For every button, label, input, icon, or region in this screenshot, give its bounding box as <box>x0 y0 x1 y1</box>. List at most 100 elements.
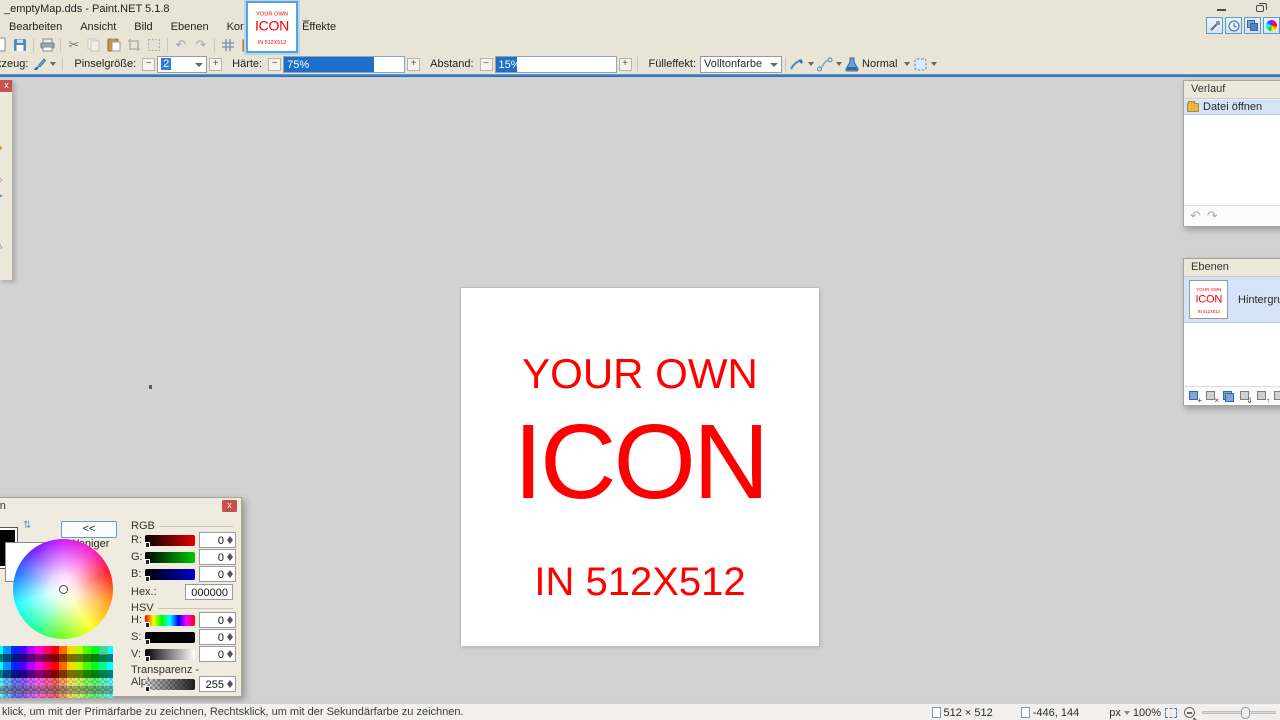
red-channel-spinner[interactable]: 0 <box>199 532 236 548</box>
hex-input[interactable]: 000000 <box>185 584 233 600</box>
merge-layer-down-button[interactable]: ⇓ <box>1239 390 1252 403</box>
move-layer-down-button[interactable]: ↓ <box>1273 390 1280 403</box>
arrow-tool-icon[interactable]: ► <box>0 188 12 204</box>
palette-swatch[interactable] <box>91 662 99 670</box>
palette-swatch[interactable] <box>99 670 107 678</box>
palette-swatch[interactable] <box>107 670 113 678</box>
hardness-decrease-button[interactable]: − <box>268 58 281 71</box>
palette-swatch[interactable] <box>67 654 75 662</box>
palette-swatch[interactable] <box>99 662 107 670</box>
tools-panel-close-button[interactable]: x <box>0 80 13 92</box>
spacing-slider[interactable]: 15% <box>495 56 617 73</box>
blend-mode-dropdown-chevron[interactable] <box>904 62 910 66</box>
paste-button[interactable] <box>106 37 122 53</box>
palette-swatch[interactable] <box>19 678 27 686</box>
palette-swatch[interactable] <box>35 646 43 654</box>
palette-swatch[interactable] <box>67 694 75 698</box>
palette-swatch[interactable] <box>19 694 27 698</box>
palette-swatch[interactable] <box>59 662 67 670</box>
palette-swatch[interactable] <box>107 686 113 694</box>
palette-swatch[interactable] <box>3 686 11 694</box>
palette-swatch[interactable] <box>83 694 91 698</box>
brush-size-increase-button[interactable]: + <box>209 58 222 71</box>
palette-swatch[interactable] <box>59 654 67 662</box>
palette-swatch[interactable] <box>35 654 43 662</box>
copy-button[interactable] <box>86 37 102 53</box>
palette-swatch[interactable] <box>19 670 27 678</box>
menu-ansicht[interactable]: Ansicht <box>71 19 125 35</box>
colors-dialog-titlebar[interactable]: Farben x <box>0 498 241 513</box>
select-tool-icon[interactable]: + <box>0 108 12 124</box>
palette-swatch[interactable] <box>107 694 113 698</box>
menu-bearbeiten[interactable]: Bearbeiten <box>0 19 71 35</box>
palette-swatch[interactable] <box>67 646 75 654</box>
restore-button[interactable] <box>1254 2 1266 14</box>
antialiasing-dropdown-chevron[interactable] <box>808 62 814 66</box>
saturation-channel-slider[interactable] <box>145 632 195 643</box>
palette-swatch[interactable] <box>51 670 59 678</box>
palette-swatch[interactable] <box>43 646 51 654</box>
unit-selector[interactable]: px <box>1109 707 1121 719</box>
palette-swatch[interactable] <box>99 686 107 694</box>
palette-swatch[interactable] <box>51 646 59 654</box>
palette-swatch[interactable] <box>67 678 75 686</box>
history-item-open-file[interactable]: Datei öffnen <box>1184 99 1280 115</box>
palette-swatch[interactable] <box>59 694 67 698</box>
palette-swatch[interactable] <box>83 678 91 686</box>
palette-swatch[interactable] <box>11 678 19 686</box>
shape-tool-icon[interactable]: △ <box>0 236 12 252</box>
palette-swatch[interactable] <box>75 694 83 698</box>
zoom-slider-thumb[interactable] <box>1241 707 1250 719</box>
palette-swatch[interactable] <box>27 654 35 662</box>
palette-swatch[interactable] <box>51 694 59 698</box>
palette-swatch[interactable] <box>43 662 51 670</box>
palette-swatch[interactable] <box>51 654 59 662</box>
history-redo-icon[interactable]: ↷ <box>1207 208 1218 224</box>
palette-swatch[interactable] <box>3 678 11 686</box>
spacing-increase-button[interactable]: + <box>619 58 632 71</box>
palette-swatch[interactable] <box>75 646 83 654</box>
palette-swatch[interactable] <box>75 654 83 662</box>
palette-swatch[interactable] <box>27 678 35 686</box>
palette-swatch[interactable] <box>11 670 19 678</box>
palette-swatch[interactable] <box>83 686 91 694</box>
palette-swatch[interactable] <box>35 670 43 678</box>
spacing-decrease-button[interactable]: − <box>480 58 493 71</box>
deselect-button[interactable] <box>146 37 162 53</box>
lasso-tool-icon[interactable]: ◇ <box>0 172 12 188</box>
duplicate-layer-button[interactable] <box>1222 390 1235 403</box>
hue-channel-slider[interactable] <box>145 615 195 626</box>
layer-row-hintergrund[interactable]: YOUR OWN ICON IN 512X512 Hintergrund <box>1184 277 1280 323</box>
green-channel-spinner[interactable]: 0 <box>199 549 236 565</box>
value-channel-spinner[interactable]: 0 <box>199 646 236 662</box>
zoom-tool-icon[interactable]: ○ <box>0 124 12 140</box>
palette-swatch[interactable] <box>11 646 19 654</box>
palette-swatch[interactable] <box>19 654 27 662</box>
menu-effekte[interactable]: Effekte <box>293 19 345 35</box>
palette-swatch[interactable] <box>51 686 59 694</box>
fill-style-combobox[interactable]: Volltonfarbe <box>700 56 782 73</box>
titlebar[interactable]: _emptyMap.dds - Paint.NET 5.1.8 <box>0 0 1280 18</box>
alpha-slider[interactable] <box>145 679 195 690</box>
open-image-tab[interactable]: YOUR OWN ICON IN 512X512 <box>246 1 298 53</box>
palette-swatch[interactable] <box>11 654 19 662</box>
brush-size-combobox[interactable]: 2 <box>157 56 207 73</box>
palette-swatch[interactable] <box>35 662 43 670</box>
palette-swatch[interactable] <box>83 646 91 654</box>
history-undo-icon[interactable]: ↶ <box>1190 208 1201 224</box>
fill-tool-icon[interactable]: ◆ <box>0 140 12 156</box>
toggle-layers-panel-button[interactable] <box>1244 17 1261 34</box>
toggle-history-panel-button[interactable] <box>1225 17 1242 34</box>
palette-swatch[interactable] <box>59 646 67 654</box>
selection-mode-dropdown-chevron[interactable] <box>931 62 937 66</box>
palette-swatch[interactable] <box>3 646 11 654</box>
unit-chevron[interactable] <box>1124 711 1130 715</box>
palette-swatch[interactable] <box>11 686 19 694</box>
move-layer-up-button[interactable]: ↑ <box>1256 390 1269 403</box>
palette-swatch[interactable] <box>51 662 59 670</box>
palette-swatch[interactable] <box>91 678 99 686</box>
palette-swatch[interactable] <box>35 694 43 698</box>
grid-toggle-button[interactable] <box>220 37 236 53</box>
palette-swatch[interactable] <box>27 646 35 654</box>
canvas[interactable]: YOUR OWN ICON IN 512X512 <box>460 287 818 645</box>
